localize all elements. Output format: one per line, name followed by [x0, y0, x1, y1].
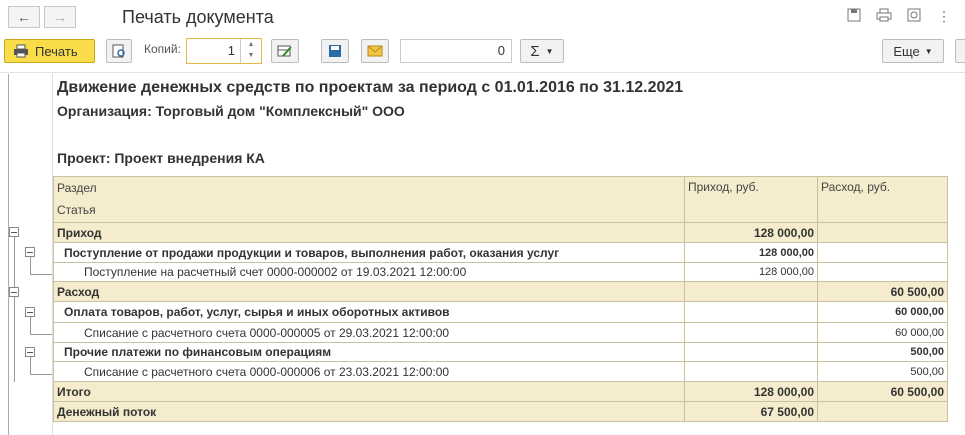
table-row[interactable]: Денежный поток 67 500,00: [53, 401, 948, 422]
toolbar-divider: [0, 72, 965, 73]
more-icon[interactable]: ⋮: [936, 8, 952, 24]
sum-field: 0: [400, 39, 512, 63]
header-article: Статья: [53, 198, 685, 223]
row-income: [684, 301, 818, 323]
table-row[interactable]: Оплата товаров, работ, услуг, сырья и ин…: [53, 301, 948, 323]
row-expense: 60 000,00: [817, 301, 948, 323]
row-label: Приход: [53, 222, 685, 243]
row-label: Списание с расчетного счета 0000-000005 …: [53, 322, 685, 343]
row-income: 128 000,00: [684, 262, 818, 282]
tree-connector-line: [14, 297, 15, 382]
copies-stepper[interactable]: ▲ ▼: [240, 39, 261, 63]
chevron-down-icon: ▼: [545, 46, 554, 56]
table-row[interactable]: Приход 128 000,00: [53, 222, 948, 243]
tree-connector-line: [30, 357, 31, 375]
tree-connector-line: [30, 274, 52, 275]
collapse-toggle-icon[interactable]: [25, 347, 35, 357]
row-income: [684, 342, 818, 362]
report-project: Проект: Проект внедрения КА: [57, 150, 265, 166]
copies-label: Копий:: [144, 42, 181, 56]
row-expense: [817, 242, 948, 263]
tree-connector-line: [30, 317, 31, 335]
preview-icon[interactable]: [906, 8, 922, 24]
tree-margin-line: [8, 74, 9, 435]
print-icon[interactable]: [876, 8, 892, 24]
floppy-icon: [329, 45, 341, 57]
report-table: Раздел Приход, руб. Расход, руб. Статья …: [53, 176, 948, 422]
tree-connector-line: [14, 237, 15, 287]
row-label: Списание с расчетного счета 0000-000006 …: [53, 361, 685, 382]
row-label: Поступление на расчетный счет 0000-00000…: [53, 262, 685, 282]
row-expense: [817, 222, 948, 243]
collapse-toggle-icon[interactable]: [9, 287, 19, 297]
table-row[interactable]: Списание с расчетного счета 0000-000006 …: [53, 361, 948, 382]
row-expense: 60 500,00: [817, 381, 948, 402]
table-row[interactable]: Поступление на расчетный счет 0000-00000…: [53, 262, 948, 282]
collapse-toggle-icon[interactable]: [25, 307, 35, 317]
row-income: 128 000,00: [684, 222, 818, 243]
row-income: [684, 361, 818, 382]
row-income: 128 000,00: [684, 381, 818, 402]
print-button-label: Печать: [35, 43, 78, 59]
collapse-toggle-icon[interactable]: [25, 247, 35, 257]
row-expense: 60 500,00: [817, 281, 948, 302]
collapse-button[interactable]: [955, 39, 965, 63]
report-organization: Организация: Торговый дом "Комплексный" …: [57, 103, 405, 119]
page-settings-button[interactable]: [106, 39, 132, 63]
edit-button[interactable]: [271, 39, 299, 63]
table-header-row: Раздел Приход, руб. Расход, руб.: [53, 176, 948, 223]
row-expense: 500,00: [817, 342, 948, 362]
send-email-button[interactable]: [361, 39, 389, 63]
printer-icon: [14, 44, 28, 58]
table-row[interactable]: Поступление от продажи продукции и товар…: [53, 242, 948, 263]
back-arrow-icon: ←: [17, 9, 31, 25]
row-income: [684, 322, 818, 343]
row-label: Расход: [53, 281, 685, 302]
envelope-icon: [367, 45, 383, 57]
sum-button[interactable]: Σ ▼: [520, 39, 564, 63]
table-row[interactable]: Расход 60 500,00: [53, 281, 948, 302]
edit-table-icon: [277, 45, 292, 57]
more-button[interactable]: Еще ▼: [882, 39, 944, 63]
row-label: Оплата товаров, работ, услуг, сырья и ин…: [53, 301, 685, 323]
row-expense: 60 000,00: [817, 322, 948, 343]
row-income: [684, 281, 818, 302]
print-button[interactable]: Печать: [4, 39, 95, 63]
header-expense: Расход, руб.: [817, 176, 948, 223]
row-label: Итого: [53, 381, 685, 402]
row-label: Поступление от продажи продукции и товар…: [53, 242, 685, 263]
save-icon[interactable]: [846, 8, 862, 24]
header-section: Раздел: [53, 176, 685, 199]
forward-button[interactable]: →: [44, 6, 76, 28]
table-row[interactable]: Списание с расчетного счета 0000-000005 …: [53, 322, 948, 343]
row-label: Денежный поток: [53, 401, 685, 422]
page-preview-icon: [112, 44, 125, 58]
tree-connector-line: [30, 334, 52, 335]
row-income: 67 500,00: [684, 401, 818, 422]
forward-arrow-icon: →: [53, 9, 67, 25]
table-row[interactable]: Итого 128 000,00 60 500,00: [53, 381, 948, 402]
more-button-label: Еще: [893, 43, 920, 59]
back-button[interactable]: ←: [8, 6, 40, 28]
copies-value: 1: [227, 43, 235, 58]
window-title: Печать документа: [122, 7, 274, 27]
title-bar: ← → Печать документа ⋮: [0, 0, 965, 36]
save-button[interactable]: [321, 39, 349, 63]
sigma-icon: Σ: [530, 42, 540, 60]
tree-connector-line: [30, 257, 31, 275]
report-title: Движение денежных средств по проектам за…: [57, 79, 684, 96]
row-expense: [817, 262, 948, 282]
row-expense: [817, 401, 948, 422]
chevron-down-icon: ▼: [924, 46, 933, 56]
row-label: Прочие платежи по финансовым операциям: [53, 342, 685, 362]
collapse-toggle-icon[interactable]: [9, 227, 19, 237]
copies-input[interactable]: 1 ▲ ▼: [186, 38, 262, 64]
row-expense: 500,00: [817, 361, 948, 382]
header-income: Приход, руб.: [684, 176, 818, 223]
table-row[interactable]: Прочие платежи по финансовым операциям 50…: [53, 342, 948, 362]
row-income: 128 000,00: [684, 242, 818, 263]
tree-connector-line: [30, 374, 52, 375]
